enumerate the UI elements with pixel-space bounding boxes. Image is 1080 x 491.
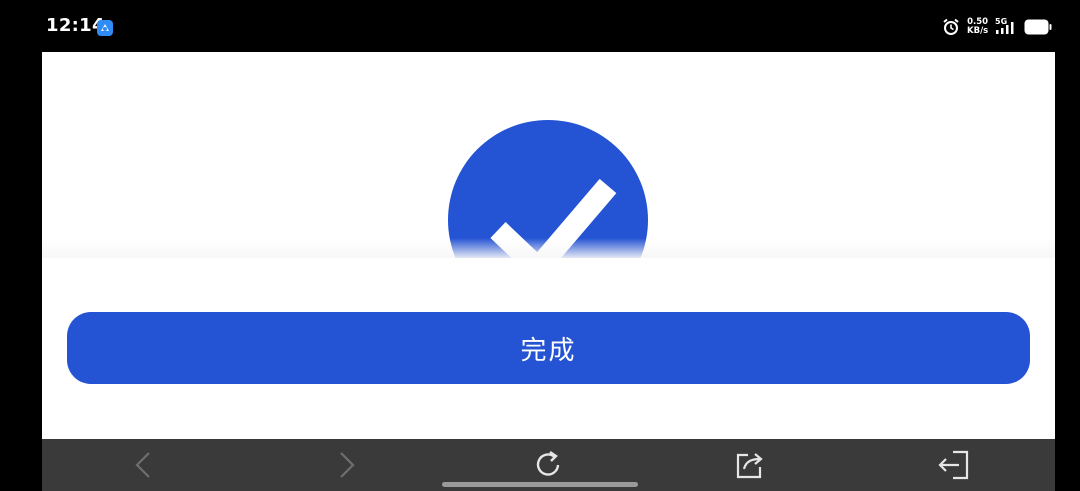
home-indicator[interactable]	[442, 482, 638, 487]
share-icon[interactable]	[732, 447, 768, 483]
done-button[interactable]: 完成	[67, 312, 1030, 384]
right-margin	[1055, 52, 1080, 491]
sheet-shadow	[42, 238, 1055, 260]
status-time: 12:14	[46, 15, 105, 36]
network-speed: 0.50 KB/s	[967, 18, 988, 36]
signal-icon: 5G	[995, 17, 1019, 36]
bottom-sheet: 完成	[42, 258, 1055, 439]
back-arrow-icon[interactable]	[127, 447, 163, 483]
left-margin	[0, 52, 42, 491]
alarm-icon	[943, 18, 959, 35]
exit-icon[interactable]	[935, 447, 971, 483]
network-speed-unit: KB/s	[967, 26, 989, 36]
app-notification-icon	[97, 20, 113, 36]
refresh-icon[interactable]	[530, 447, 566, 483]
status-bar: 12:14 0.50 KB/s 5G	[0, 0, 1080, 52]
battery-icon	[1024, 19, 1052, 35]
result-page: 完成	[42, 52, 1055, 439]
forward-arrow-icon[interactable]	[327, 447, 363, 483]
browser-bottom-nav	[42, 439, 1055, 491]
